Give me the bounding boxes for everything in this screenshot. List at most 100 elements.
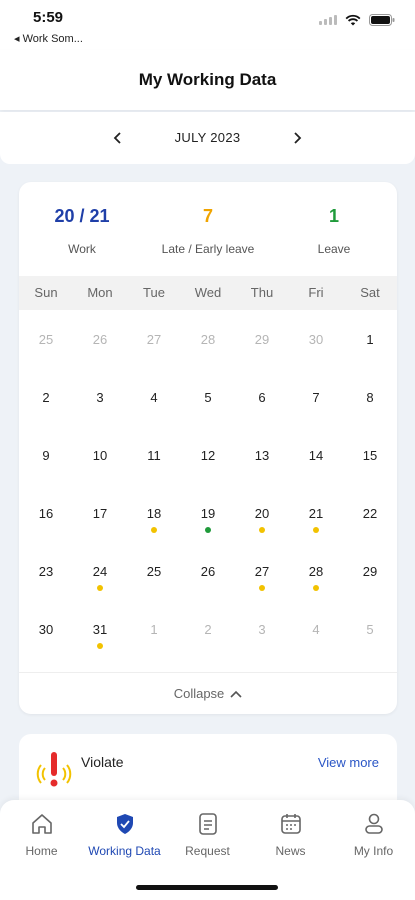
calendar-day[interactable]: 3 [73,368,127,426]
calendar-day[interactable]: 15 [343,426,397,484]
tab-request[interactable]: Request [166,808,249,858]
calendar-day[interactable]: 19 [181,484,235,542]
home-icon [0,808,83,840]
calendar-day[interactable]: 22 [343,484,397,542]
day-number: 23 [38,564,54,579]
day-number: 12 [200,448,216,463]
day-number: 10 [92,448,108,463]
day-number: 20 [254,506,270,521]
late-indicator-dot [151,527,157,533]
document-icon [166,808,249,840]
day-number: 14 [308,448,324,463]
day-number: 28 [200,332,216,347]
tab-label: Home [25,844,58,858]
signal-icon [319,15,337,25]
stat-work: 20 / 21 Work [19,206,145,256]
leave-count: 1 [328,206,339,226]
calendar-day[interactable]: 24 [73,542,127,600]
view-more-link[interactable]: View more [318,755,379,770]
day-number: 1 [366,332,374,347]
late-indicator-dot [259,527,265,533]
alarm-exclamation-icon [35,748,73,795]
calendar-day[interactable]: 28 [181,310,235,368]
tab-my-info[interactable]: My Info [332,808,415,858]
calendar-day[interactable]: 4 [289,600,343,658]
calendar-day[interactable]: 29 [343,542,397,600]
weekday-label: Wed [194,285,222,300]
calendar-week: 25 26 27 28 29 30 1 [19,310,397,368]
work-count: 20 / 21 [54,206,110,226]
calendar-day[interactable]: 5 [181,368,235,426]
chevron-right-icon[interactable] [285,126,309,150]
calendar-day[interactable]: 17 [73,484,127,542]
collapse-label: Collapse [173,686,225,701]
calendar-day[interactable]: 27 [235,542,289,600]
violate-title: Violate [81,754,124,770]
calendar-day[interactable]: 2 [19,368,73,426]
day-number: 7 [312,390,320,405]
tab-news[interactable]: News [249,808,332,858]
calendar-week: 2 3 4 5 6 7 8 [19,368,397,426]
day-number: 29 [254,332,270,347]
work-label: Work [68,242,96,256]
person-icon [332,808,415,840]
day-number: 25 [146,564,162,579]
collapse-button[interactable]: Collapse [19,672,397,714]
calendar-day[interactable]: 28 [289,542,343,600]
back-to-app-link[interactable]: ◂ Work Som... [14,32,83,45]
calendar-week: 16 17 18 19 20 21 22 [19,484,397,542]
calendar-day[interactable]: 1 [343,310,397,368]
calendar-day[interactable]: 31 [73,600,127,658]
shield-check-icon [83,808,166,840]
calendar-day[interactable]: 20 [235,484,289,542]
calendar-day[interactable]: 10 [73,426,127,484]
day-number: 5 [366,622,374,637]
day-number: 16 [38,506,54,521]
calendar-day[interactable]: 30 [289,310,343,368]
tab-working-data[interactable]: Working Data [83,808,166,858]
calendar-day[interactable]: 11 [127,426,181,484]
late-indicator-dot [313,585,319,591]
weekday-label: Thu [250,285,274,300]
calendar-day[interactable]: 21 [289,484,343,542]
day-number: 11 [147,448,161,463]
calendar-day[interactable]: 6 [235,368,289,426]
month-label: JULY 2023 [174,130,241,145]
calendar-day[interactable]: 7 [289,368,343,426]
calendar-day[interactable]: 9 [19,426,73,484]
day-number: 27 [146,332,162,347]
calendar-day[interactable]: 25 [127,542,181,600]
calendar-day[interactable]: 26 [73,310,127,368]
calendar-day[interactable]: 27 [127,310,181,368]
calendar-day[interactable]: 18 [127,484,181,542]
calendar-day[interactable]: 30 [19,600,73,658]
day-number: 28 [308,564,324,579]
status-bar: 5:59 ◂ Work Som... [0,0,415,50]
calendar-day[interactable]: 3 [235,600,289,658]
day-number: 1 [150,622,158,637]
late-count: 7 [202,206,213,226]
calendar-day[interactable]: 23 [19,542,73,600]
page-title: My Working Data [138,70,277,89]
app-header: My Working Data [0,50,415,110]
calendar-day[interactable]: 14 [289,426,343,484]
home-indicator[interactable] [136,885,278,890]
calendar-day[interactable]: 8 [343,368,397,426]
day-number: 25 [38,332,54,347]
calendar-day[interactable]: 29 [235,310,289,368]
wifi-icon [345,14,361,26]
day-number: 15 [362,448,378,463]
calendar-day[interactable]: 1 [127,600,181,658]
calendar-day[interactable]: 5 [343,600,397,658]
calendar-day[interactable]: 16 [19,484,73,542]
stat-late: 7 Late / Early leave [145,206,271,256]
calendar-day[interactable]: 12 [181,426,235,484]
calendar-week: 9 10 11 12 13 14 15 [19,426,397,484]
calendar-day[interactable]: 26 [181,542,235,600]
calendar-day[interactable]: 2 [181,600,235,658]
calendar-day[interactable]: 4 [127,368,181,426]
calendar-day[interactable]: 13 [235,426,289,484]
calendar-day[interactable]: 25 [19,310,73,368]
tab-home[interactable]: Home [0,808,83,858]
day-number: 27 [254,564,270,579]
